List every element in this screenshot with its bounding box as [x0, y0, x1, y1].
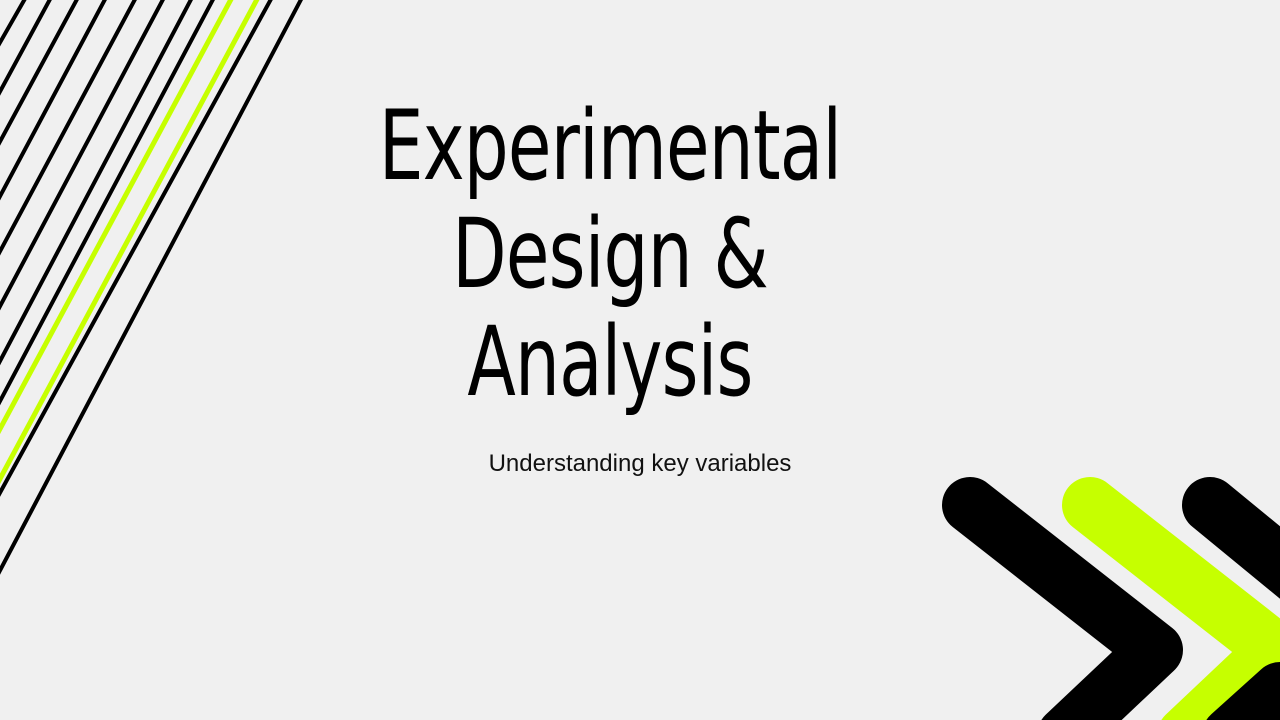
title-line: Design & [452, 198, 769, 310]
diagonal-line [0, 0, 273, 497]
title-line: Experimental [378, 90, 842, 202]
slide-title: Experimental Design & Analysis [356, 92, 864, 416]
chevron-arrows-decoration [942, 477, 1280, 720]
diagonal-lines-decoration [0, 0, 303, 575]
diagonal-line [0, 0, 303, 575]
diagonal-line-accent [0, 0, 260, 485]
title-line: Analysis [467, 306, 753, 418]
diagonal-line [0, 0, 215, 406]
diagonal-line-accent [0, 0, 234, 435]
diagonal-line [0, 0, 27, 47]
chevron-black-partial-tail [1206, 662, 1280, 720]
title-slide: Experimental Design & Analysis Understan… [0, 0, 1280, 720]
slide-subtitle: Understanding key variables [488, 450, 792, 477]
